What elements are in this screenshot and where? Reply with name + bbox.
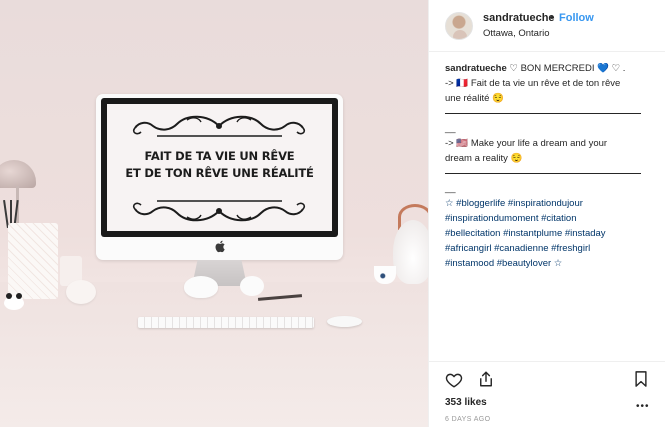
caption-dash-1: __: [445, 123, 456, 134]
hashtags-2[interactable]: #inspirationdumoment #citation: [445, 213, 577, 224]
caption-divider: [445, 166, 655, 181]
mouse: [327, 316, 362, 327]
header-username[interactable]: sandratueche: [483, 12, 555, 24]
post-actions: 353 likes ••• 6 DAYS AGO: [429, 361, 665, 427]
caption-line-2: -> 🇫🇷 Fait de ta vie un rêve et de ton r…: [445, 78, 621, 89]
post-photo[interactable]: FAIT DE TA VIE UN RÊVE ET DE TON RÊVE UN…: [0, 0, 428, 427]
caption-line-4: -> 🇺🇸 Make your life a dream and your: [445, 138, 608, 149]
caption-dash-2: __: [445, 183, 456, 194]
ornament-scroll-top: [132, 115, 306, 137]
hashtags-4[interactable]: #africangirl #canadienne #freshgirl: [445, 243, 590, 254]
rabbit-figurine: [240, 276, 264, 296]
caption-divider: [445, 106, 655, 121]
panda-figurine: [4, 293, 24, 310]
post-date[interactable]: 6 DAYS AGO: [445, 416, 491, 423]
location-link[interactable]: Ottawa, Ontario: [483, 28, 550, 39]
heart-icon[interactable]: [445, 371, 463, 389]
kettle: [393, 220, 428, 284]
avatar[interactable]: [445, 12, 473, 40]
pencil-holder: [8, 223, 58, 299]
post-caption: sandratueche ♡ BON MERCREDI 💙 ♡ . -> 🇫🇷 …: [445, 61, 655, 271]
likes-count[interactable]: 353 likes: [445, 397, 487, 408]
bird-figurine: [184, 276, 218, 298]
monitor-bezel: FAIT DE TA VIE UN RÊVE ET DE TON RÊVE UN…: [101, 98, 338, 237]
hashtag-line-5: #instamood #beautylover ☆: [445, 256, 655, 271]
post-side-panel: sandratueche • Follow Ottawa, Ontario sa…: [428, 0, 665, 427]
post-header: sandratueche • Follow Ottawa, Ontario: [429, 0, 665, 52]
ornament-scroll-bottom: [132, 200, 306, 222]
screen-quote-line-1: FAIT DE TA VIE UN RÊVE: [144, 149, 295, 163]
caption-username[interactable]: sandratueche: [445, 63, 507, 74]
desk-surface: [0, 282, 428, 427]
caption-greeting: ♡ BON MERCREDI 💙 ♡ .: [506, 63, 626, 74]
more-options-button[interactable]: •••: [636, 401, 650, 412]
apple-logo-icon: [215, 240, 225, 253]
hashtags-3[interactable]: #bellecitation #instantplume #instaday: [445, 228, 606, 239]
bookmark-icon[interactable]: [632, 370, 650, 388]
ornament: [66, 280, 96, 304]
hashtag-line-2: #inspirationdumoment #citation: [445, 211, 655, 226]
hashtags-1[interactable]: ☆ #bloggerlife #inspirationdujour: [445, 198, 583, 209]
follow-button[interactable]: Follow: [559, 12, 594, 24]
teacup: [374, 266, 396, 284]
share-icon[interactable]: [477, 370, 495, 388]
screen-quote-line-2: ET DE TON RÊVE UNE RÉALITÉ: [125, 166, 314, 180]
caption-line-5: dream a reality 😌: [445, 153, 523, 164]
hashtag-line-1: ☆ #bloggerlife #inspirationdujour: [445, 196, 655, 211]
hashtags-5[interactable]: #instamood #beautylover ☆: [445, 258, 562, 269]
desk-lamp: [0, 160, 36, 188]
monitor: FAIT DE TA VIE UN RÊVE ET DE TON RÊVE UN…: [96, 94, 343, 260]
header-separator: •: [550, 12, 554, 24]
keyboard: [138, 317, 314, 328]
screen-quote: FAIT DE TA VIE UN RÊVE ET DE TON RÊVE UN…: [107, 148, 332, 182]
hashtag-line-4: #africangirl #canadienne #freshgirl: [445, 241, 655, 256]
monitor-screen: FAIT DE TA VIE UN RÊVE ET DE TON RÊVE UN…: [107, 104, 332, 231]
caption-line-3: une réalité 😌: [445, 93, 504, 104]
caption-line-1: sandratueche ♡ BON MERCREDI 💙 ♡ .: [445, 61, 655, 76]
hashtag-line-3: #bellecitation #instantplume #instaday: [445, 226, 655, 241]
